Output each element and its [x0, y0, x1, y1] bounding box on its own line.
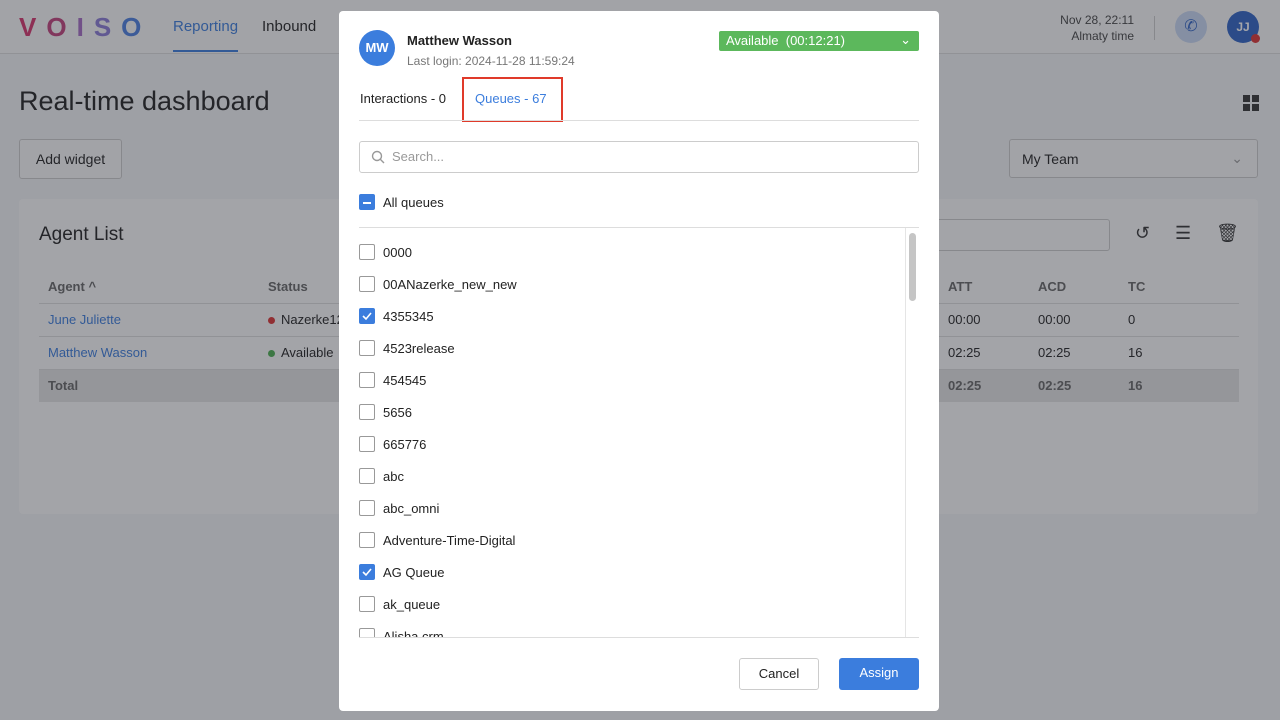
- queue-checkbox[interactable]: [359, 500, 375, 516]
- queue-checkbox[interactable]: [359, 244, 375, 260]
- last-login: Last login: 2024-11-28 11:59:24: [407, 54, 575, 68]
- queue-checkbox[interactable]: [359, 596, 375, 612]
- queue-item[interactable]: 00ANazerke_new_new: [359, 276, 899, 308]
- queue-name: 454545: [383, 373, 427, 388]
- tab-divider: [359, 120, 919, 121]
- queue-checkbox[interactable]: [359, 468, 375, 484]
- queue-name: 4523release: [383, 341, 455, 356]
- queue-name: 665776: [383, 437, 427, 452]
- highlight-box: [462, 77, 563, 122]
- queue-checkbox[interactable]: [359, 276, 375, 292]
- queue-name: Alisha crm: [383, 629, 444, 638]
- status-value: Available (00:12:21): [726, 33, 846, 48]
- scrollbar[interactable]: [905, 228, 919, 637]
- queue-name: 5656: [383, 405, 412, 420]
- queue-checkbox[interactable]: [359, 532, 375, 548]
- queue-name: 00ANazerke_new_new: [383, 277, 517, 292]
- queue-name: abc: [383, 469, 404, 484]
- assign-button[interactable]: Assign: [839, 658, 919, 690]
- queue-name: AG Queue: [383, 565, 445, 580]
- queue-item[interactable]: 665776: [359, 436, 899, 468]
- queue-checkbox[interactable]: [359, 436, 375, 452]
- queue-name: ak_queue: [383, 597, 441, 612]
- queue-search-input[interactable]: Search...: [359, 141, 919, 173]
- queue-list: 0000 00ANazerke_new_new 4355345 4523release…: [359, 227, 919, 638]
- status-dropdown[interactable]: Available (00:12:21) ⌄: [719, 31, 919, 51]
- queue-checkbox[interactable]: [359, 404, 375, 420]
- queue-item[interactable]: Adventure-Time-Digital: [359, 532, 899, 564]
- queue-item[interactable]: 4523release: [359, 340, 899, 372]
- queue-checkbox[interactable]: [359, 372, 375, 388]
- agent-avatar: MW: [359, 30, 395, 66]
- tab-interactions[interactable]: Interactions - 0: [360, 91, 446, 106]
- queue-item[interactable]: Alisha crm: [359, 628, 899, 638]
- queue-checkbox[interactable]: [359, 308, 375, 324]
- queue-item[interactable]: abc: [359, 468, 899, 500]
- queue-item[interactable]: ak_queue: [359, 596, 899, 628]
- scrollbar-thumb[interactable]: [909, 233, 916, 301]
- chevron-down-icon: ⌄: [900, 32, 911, 47]
- check-icon: [362, 568, 372, 577]
- agent-name: Matthew Wasson: [407, 33, 512, 48]
- queue-checkbox[interactable]: [359, 340, 375, 356]
- queue-name: Adventure-Time-Digital: [383, 533, 516, 548]
- search-placeholder: Search...: [392, 149, 445, 164]
- queue-name: 4355345: [383, 309, 434, 324]
- queue-name: abc_omni: [383, 501, 440, 516]
- queue-name: 0000: [383, 245, 412, 260]
- queue-item[interactable]: 454545: [359, 372, 899, 404]
- queue-item[interactable]: 5656: [359, 404, 899, 436]
- queue-item[interactable]: abc_omni: [359, 500, 899, 532]
- all-queues-label: All queues: [383, 195, 444, 210]
- cancel-button[interactable]: Cancel: [739, 658, 819, 690]
- queue-item[interactable]: 4355345: [359, 308, 899, 340]
- all-queues-checkbox[interactable]: [359, 194, 375, 210]
- queue-checkbox[interactable]: [359, 628, 375, 637]
- check-icon: [362, 312, 372, 321]
- queue-checkbox[interactable]: [359, 564, 375, 580]
- queue-item[interactable]: AG Queue: [359, 564, 899, 596]
- agent-queues-modal: MW Matthew Wasson Last login: 2024-11-28…: [339, 11, 939, 711]
- queue-item[interactable]: 0000: [359, 244, 899, 276]
- search-icon: [371, 150, 385, 164]
